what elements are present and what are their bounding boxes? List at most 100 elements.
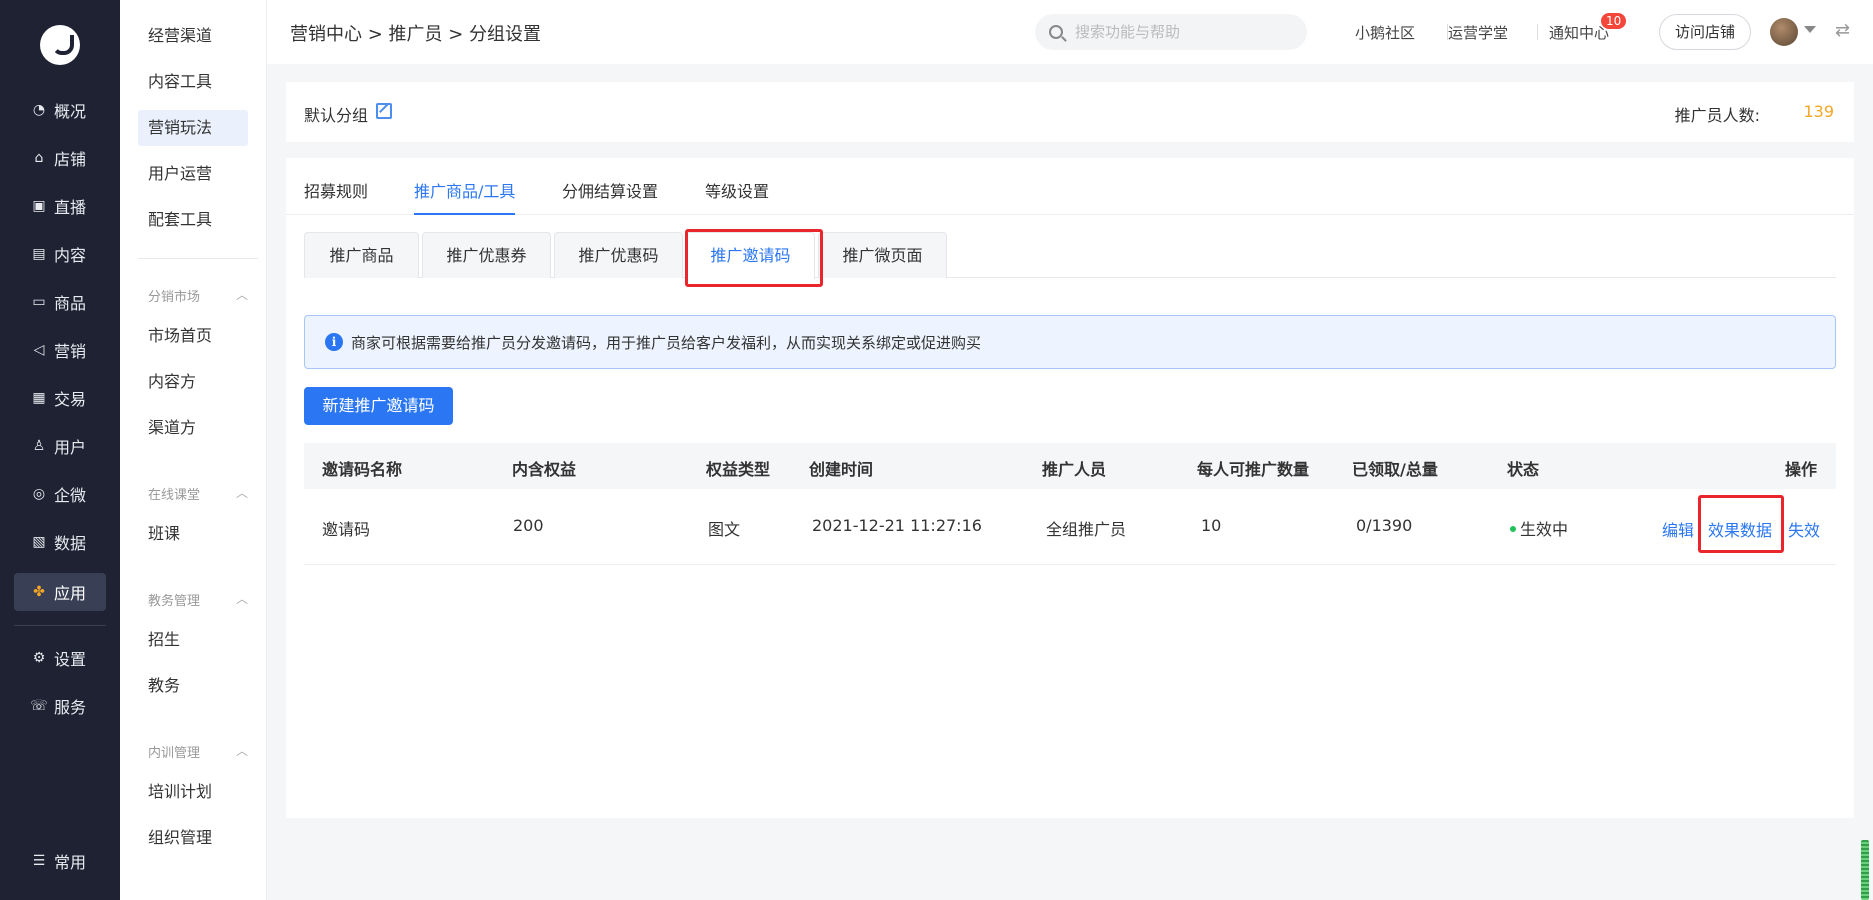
notifications-link[interactable]: 通知中心 (1549, 22, 1609, 43)
table-row: 邀请码 200 图文 2021-12-21 11:27:16 全组推广员 10 … (304, 489, 1836, 565)
nav-item-favorites[interactable]: ☰ 常用 (14, 842, 106, 880)
edit-link[interactable]: 编辑 (1662, 517, 1694, 541)
submenu-item-content-side[interactable]: 内容方 (138, 364, 248, 400)
table-header: 邀请码名称 内含权益 权益类型 创建时间 推广人员 每人可推广数量 已领取/总量… (304, 443, 1836, 489)
new-invite-code-button[interactable]: 新建推广邀请码 (304, 387, 453, 425)
submenu-group-training[interactable]: 内训管理 ︿ (148, 742, 248, 761)
cell-type: 图文 (708, 520, 741, 539)
nav-item-wecom[interactable]: ◎ 企微 (14, 475, 106, 513)
scrollbar-thumb[interactable] (1861, 840, 1869, 900)
nav-item-live[interactable]: ▣ 直播 (14, 187, 106, 225)
academy-link[interactable]: 运营学堂 (1448, 22, 1508, 43)
subtab-invite-codes[interactable]: 推广邀请码 (686, 232, 815, 279)
header-separator (1537, 24, 1538, 40)
promoter-count-value: 139 (1803, 102, 1834, 121)
box-icon: ▭ (32, 294, 46, 310)
community-link[interactable]: 小鹅社区 (1355, 22, 1415, 43)
nav-item-products[interactable]: ▭ 商品 (14, 283, 106, 321)
submenu-item-market-home[interactable]: 市场首页 (138, 318, 248, 354)
subtab-promo-coupons[interactable]: 推广优惠券 (422, 232, 551, 278)
group-name: 默认分组 (304, 106, 369, 125)
promoter-count-label: 推广员人数: (1674, 106, 1760, 125)
transaction-icon: ▦ (32, 390, 46, 406)
col-header-name: 邀请码名称 (322, 460, 403, 479)
nav-item-transactions[interactable]: ▦ 交易 (14, 379, 106, 417)
notice-text: 商家可根据需要给推广员分发邀请码，用于推广员给客户发福利，从而实现关系绑定或促进… (351, 333, 982, 352)
store-icon: ⌂ (34, 150, 44, 166)
subtab-micro-pages[interactable]: 推广微页面 (818, 232, 947, 278)
submenu-item-org-management[interactable]: 组织管理 (138, 820, 248, 856)
subtab-promo-codes[interactable]: 推广优惠码 (554, 232, 683, 278)
cell-per-person: 10 (1201, 516, 1222, 535)
nav-item-content[interactable]: ▤ 内容 (14, 235, 106, 273)
submenu-item-academic-affairs[interactable]: 教务 (138, 668, 248, 704)
caret-down-icon[interactable] (1804, 26, 1816, 33)
data-icon: ▧ (32, 534, 46, 550)
top-header: 营销中心 > 推广员 > 分组设置 小鹅社区 运营学堂 通知中心 10 访问店铺… (267, 0, 1873, 64)
group-header: 默认分组 推广员人数: 139 (286, 82, 1854, 142)
cell-promoters: 全组推广员 (1046, 520, 1127, 539)
chevron-up-icon: ︿ (235, 592, 248, 606)
nav-item-service[interactable]: ☏ 服务 (14, 687, 106, 725)
subtab-bar: 推广商品 推广优惠券 推广优惠码 推广邀请码 推广微页面 (304, 232, 1836, 279)
app-logo[interactable] (40, 25, 80, 65)
info-icon: i (325, 333, 343, 351)
submenu-item-class[interactable]: 班课 (138, 516, 248, 552)
nav-item-users[interactable]: ♙ 用户 (14, 427, 106, 465)
cell-name: 邀请码 (322, 520, 371, 539)
tab-commission-settings[interactable]: 分佣结算设置 (562, 178, 658, 215)
edit-icon[interactable] (376, 103, 392, 119)
submenu-group-academic[interactable]: 教务管理 ︿ (148, 590, 248, 609)
cell-benefit: 200 (513, 516, 544, 535)
chevron-up-icon: ︿ (235, 288, 248, 302)
invite-code-table: 邀请码名称 内含权益 权益类型 创建时间 推广人员 每人可推广数量 已领取/总量… (304, 443, 1836, 565)
subtab-promo-products[interactable]: 推广商品 (304, 232, 419, 278)
submenu-item-user-ops[interactable]: 用户运营 (138, 156, 248, 192)
apps-icon: ✤ (33, 584, 45, 600)
cell-claimed: 0/1390 (1356, 516, 1413, 535)
visit-store-button[interactable]: 访问店铺 (1659, 14, 1751, 50)
nav-item-store[interactable]: ⌂ 店铺 (14, 139, 106, 177)
service-icon: ☏ (30, 698, 48, 714)
submenu-item-support-tools[interactable]: 配套工具 (138, 202, 248, 238)
tab-recruit-rules[interactable]: 招募规则 (304, 178, 368, 215)
col-header-benefit: 内含权益 (512, 460, 577, 479)
search-box[interactable] (1035, 14, 1307, 50)
tab-promo-products-tools[interactable]: 推广商品/工具 (414, 178, 516, 215)
avatar[interactable] (1770, 18, 1798, 46)
cell-status: 生效中 (1510, 516, 1568, 540)
cell-created: 2021-12-21 11:27:16 (812, 516, 982, 535)
submenu-item-channels[interactable]: 经营渠道 (138, 18, 248, 54)
chevron-up-icon: ︿ (235, 744, 248, 758)
breadcrumb: 营销中心 > 推广员 > 分组设置 (290, 24, 542, 45)
submenu-item-channel-side[interactable]: 渠道方 (138, 410, 248, 446)
nav-item-settings[interactable]: ⚙ 设置 (14, 639, 106, 677)
col-header-status: 状态 (1507, 460, 1540, 479)
submenu-item-content-tools[interactable]: 内容工具 (138, 64, 248, 100)
swap-icon[interactable]: ⇄ (1835, 20, 1850, 41)
tab-level-settings[interactable]: 等级设置 (705, 178, 769, 215)
info-notice: i 商家可根据需要给推广员分发邀请码，用于推广员给客户发福利，从而实现关系绑定或… (304, 315, 1836, 369)
effect-data-link[interactable]: 效果数据 (1708, 517, 1772, 541)
nav-divider (14, 625, 106, 626)
submenu-item-training-plan[interactable]: 培训计划 (138, 774, 248, 810)
search-input[interactable] (1075, 23, 1275, 41)
submenu-item-enrollment[interactable]: 招生 (138, 622, 248, 658)
nav-item-marketing[interactable]: ◁ 营销 (14, 331, 106, 369)
live-icon: ▣ (32, 198, 46, 214)
nav-item-overview[interactable]: ◔ 概况 (14, 91, 106, 129)
main-nav: ◔ 概况 ⌂ 店铺 ▣ 直播 ▤ 内容 ▭ 商品 ◁ 营销 ▦ 交易 ♙ 用户 ◎ 企微 ▧ 数据 … (0, 0, 120, 900)
gear-icon: ⚙ (32, 650, 46, 666)
search-icon (1049, 25, 1063, 39)
col-header-type: 权益类型 (706, 460, 771, 479)
deactivate-link[interactable]: 失效 (1788, 517, 1820, 541)
col-header-promoters: 推广人员 (1042, 460, 1107, 479)
nav-item-apps[interactable]: ✤ 应用 (14, 573, 106, 611)
submenu-group-distribution[interactable]: 分销市场 ︿ (148, 286, 248, 305)
user-icon: ♙ (32, 438, 46, 454)
col-header-actions: 操作 (1785, 460, 1818, 479)
nav-item-data[interactable]: ▧ 数据 (14, 523, 106, 561)
submenu-group-online-class[interactable]: 在线课堂 ︿ (148, 484, 248, 503)
pie-chart-icon: ◔ (32, 102, 46, 118)
submenu-item-marketing-plays[interactable]: 营销玩法 (138, 110, 248, 146)
